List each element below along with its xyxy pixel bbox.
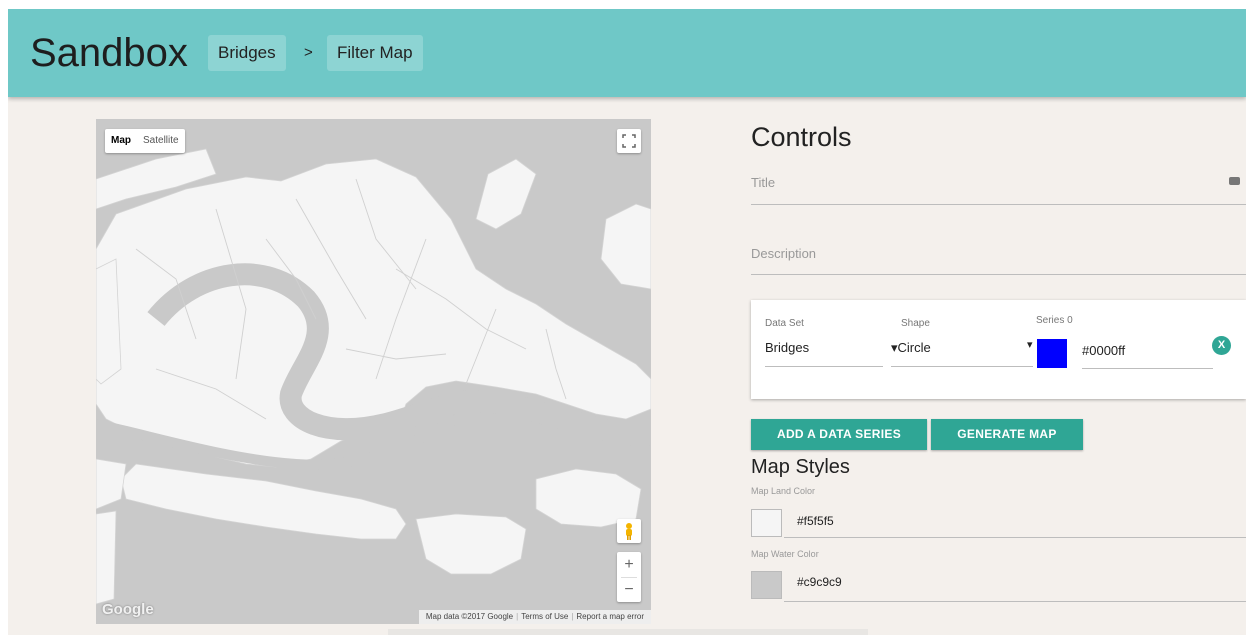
land-color-swatch[interactable]	[751, 509, 782, 537]
zoom-control: + −	[617, 552, 641, 602]
series-label: Series 0	[1036, 315, 1073, 326]
shape-label: Shape	[901, 318, 930, 329]
breadcrumb-filter-map[interactable]: Filter Map	[327, 35, 423, 71]
app-title: Sandbox	[30, 31, 188, 75]
add-data-series-button[interactable]: ADD A DATA SERIES	[751, 419, 927, 450]
breadcrumb-separator: >	[304, 44, 313, 61]
map-canvas[interactable]: Map Satellite + − Google Map data ©2017 …	[96, 119, 651, 624]
zoom-in-button[interactable]: +	[617, 552, 641, 577]
title-field[interactable]: Title	[751, 175, 1246, 205]
shape-select[interactable]: ▾Circle	[891, 340, 931, 356]
land-color-underline	[784, 537, 1246, 538]
land-color-label: Map Land Color	[751, 486, 816, 496]
map-attribution: Map data ©2017 Google | Terms of Use | R…	[418, 610, 651, 624]
keyboard-icon	[1229, 177, 1240, 185]
zoom-out-button[interactable]: −	[617, 577, 641, 602]
map-land-shapes	[96, 148, 651, 605]
water-color-input[interactable]: #c9c9c9	[797, 575, 842, 589]
breadcrumb-bridges[interactable]: Bridges	[208, 35, 286, 71]
shape-value: Circle	[897, 340, 931, 355]
series-color-swatch[interactable]	[1037, 339, 1067, 368]
land-color-input[interactable]: #f5f5f5	[797, 514, 834, 528]
data-series-card: Data Set Bridges Shape ▾Circle ▾ Series …	[751, 300, 1246, 399]
controls-title: Controls	[751, 122, 852, 152]
map-type-toggle: Map Satellite	[105, 129, 185, 153]
shape-underline	[891, 366, 1033, 367]
generate-map-button[interactable]: GENERATE MAP	[931, 419, 1083, 450]
google-logo: Google	[102, 601, 154, 618]
series-color-underline	[1082, 368, 1213, 369]
fullscreen-button[interactable]	[617, 129, 641, 153]
data-set-underline	[765, 366, 883, 367]
data-set-select[interactable]: Bridges	[765, 340, 809, 355]
description-field-label: Description	[751, 246, 817, 261]
app-page: Sandbox Bridges > Filter Map Map Satelli…	[8, 9, 1246, 635]
water-color-underline	[784, 601, 1246, 602]
map-data-credit: Map data ©2017 Google	[425, 612, 514, 621]
app-header: Sandbox Bridges > Filter Map	[8, 9, 1246, 97]
report-map-error-link[interactable]: Report a map error	[573, 610, 647, 624]
terms-of-use-link[interactable]: Terms of Use	[518, 610, 571, 624]
street-view-button[interactable]	[617, 519, 641, 543]
zoom-divider	[621, 577, 637, 578]
series-color-input[interactable]: #0000ff	[1082, 343, 1125, 358]
fullscreen-icon	[622, 134, 636, 148]
map-type-satellite-button[interactable]: Satellite	[137, 129, 185, 153]
water-color-swatch[interactable]	[751, 571, 782, 599]
dropdown-arrow-icon[interactable]: ▾	[1027, 338, 1033, 351]
bottom-shadow	[388, 629, 868, 635]
description-field[interactable]: Description	[751, 246, 1246, 275]
title-field-label: Title	[751, 175, 776, 190]
water-color-label: Map Water Color	[751, 549, 819, 559]
data-set-label: Data Set	[765, 318, 804, 329]
pegman-icon	[626, 523, 632, 540]
map-type-map-button[interactable]: Map	[105, 129, 137, 153]
map-styles-title: Map Styles	[751, 456, 850, 478]
remove-series-button[interactable]: X	[1212, 336, 1231, 355]
